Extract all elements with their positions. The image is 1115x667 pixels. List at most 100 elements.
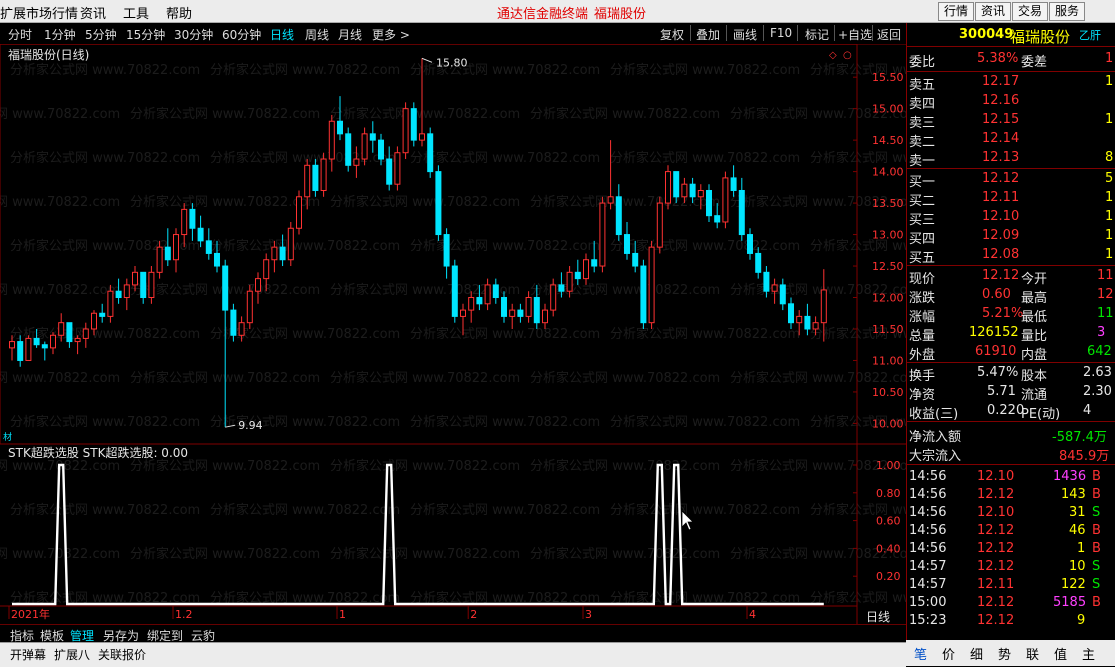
candle-body[interactable]: [82, 328, 89, 339]
tab-period-5m[interactable]: 5分钟: [85, 26, 117, 43]
extend-button[interactable]: 扩展八: [54, 646, 90, 663]
candle-body[interactable]: [566, 271, 573, 292]
add-watchlist-button[interactable]: +自选: [838, 26, 872, 43]
candle-body[interactable]: [714, 215, 721, 223]
tab-period-timeshare[interactable]: 分时: [8, 26, 32, 43]
candle-body[interactable]: [492, 284, 499, 299]
tab-period-more[interactable]: 更多 >: [372, 26, 410, 43]
candle-body[interactable]: [148, 271, 155, 299]
candle-body[interactable]: [255, 278, 261, 292]
candle-body[interactable]: [222, 265, 229, 311]
candle-body[interactable]: [197, 227, 204, 242]
candle-body[interactable]: [33, 337, 40, 346]
candle-body[interactable]: [509, 309, 516, 317]
tab-period-monthly[interactable]: 月线: [338, 26, 362, 43]
candle-body[interactable]: [50, 334, 56, 349]
candle-body[interactable]: [156, 246, 163, 273]
candle-body[interactable]: [9, 341, 15, 349]
service-button[interactable]: 服务: [1049, 2, 1085, 21]
candle-body[interactable]: [443, 234, 450, 267]
menu-help[interactable]: 帮助: [166, 3, 192, 22]
tab-period-30m[interactable]: 30分钟: [174, 26, 213, 43]
candle-body[interactable]: [722, 177, 729, 223]
candle-body[interactable]: [574, 271, 581, 280]
danmaku-button[interactable]: 开弹幕: [10, 646, 46, 663]
tab-period-60m[interactable]: 60分钟: [222, 26, 261, 43]
tab-detail[interactable]: 细: [970, 644, 983, 663]
candle-body[interactable]: [115, 290, 122, 299]
candle-body[interactable]: [378, 139, 384, 160]
candle-body[interactable]: [394, 152, 401, 185]
candle-body[interactable]: [624, 234, 630, 254]
candle-body[interactable]: [58, 322, 65, 336]
candle-body[interactable]: [468, 297, 475, 311]
candle-body[interactable]: [648, 246, 655, 324]
draw-button[interactable]: 画线: [733, 26, 757, 43]
tab-main[interactable]: 主: [1082, 644, 1095, 663]
candle-body[interactable]: [689, 183, 696, 198]
candle-body[interactable]: [419, 133, 425, 141]
candle-body[interactable]: [164, 246, 171, 261]
event-marker[interactable]: 材: [3, 431, 12, 443]
tab-period-weekly[interactable]: 周线: [305, 26, 329, 43]
candle-body[interactable]: [747, 234, 753, 254]
chart-settings-icon[interactable]: ◇: [829, 50, 837, 61]
candle-body[interactable]: [287, 227, 294, 261]
candle-body[interactable]: [181, 208, 188, 236]
candle-body[interactable]: [820, 289, 827, 324]
candle-body[interactable]: [558, 284, 565, 292]
candle-body[interactable]: [238, 322, 245, 336]
candle-body[interactable]: [738, 189, 745, 236]
candle-body[interactable]: [796, 315, 803, 324]
candle-body[interactable]: [410, 108, 417, 141]
candle-body[interactable]: [615, 196, 622, 236]
candle-body[interactable]: [99, 312, 106, 317]
candle-body[interactable]: [189, 208, 196, 229]
candle-body[interactable]: [599, 202, 606, 267]
candle-body[interactable]: [304, 164, 311, 198]
candle-body[interactable]: [369, 133, 376, 141]
candle-body[interactable]: [271, 246, 278, 261]
mark-button[interactable]: 标记: [805, 26, 829, 43]
candle-body[interactable]: [632, 252, 639, 267]
candle-body[interactable]: [533, 297, 540, 324]
candle-body[interactable]: [427, 133, 434, 173]
candle-body[interactable]: [320, 158, 327, 191]
candle-body[interactable]: [451, 265, 458, 317]
candle-body[interactable]: [525, 297, 532, 317]
candle-body[interactable]: [673, 171, 680, 198]
candle-body[interactable]: [681, 183, 688, 198]
candle-body[interactable]: [91, 312, 97, 330]
quote-button[interactable]: 行情: [938, 2, 974, 21]
candle-body[interactable]: [123, 284, 130, 299]
candle-body[interactable]: [132, 271, 138, 286]
candle-body[interactable]: [328, 120, 335, 160]
candle-body[interactable]: [17, 341, 24, 361]
candle-body[interactable]: [25, 337, 32, 361]
candle-body[interactable]: [583, 259, 589, 280]
candle-body[interactable]: [517, 309, 524, 317]
candle-body[interactable]: [173, 234, 179, 261]
candle-body[interactable]: [66, 322, 73, 343]
candle-body[interactable]: [345, 133, 352, 166]
f10-button[interactable]: F10: [770, 26, 792, 40]
candle-body[interactable]: [788, 303, 794, 324]
candle-body[interactable]: [476, 297, 483, 305]
candle-body[interactable]: [296, 196, 302, 229]
overlay-button[interactable]: 叠加: [696, 26, 720, 43]
related-quote-button[interactable]: 关联报价: [98, 646, 146, 663]
candle-body[interactable]: [353, 158, 360, 166]
candle-body[interactable]: [665, 171, 671, 204]
candle-body[interactable]: [542, 309, 548, 324]
back-button[interactable]: 返回: [877, 26, 901, 43]
candle-body[interactable]: [361, 133, 368, 160]
menu-tools[interactable]: 工具: [123, 3, 149, 22]
candle-body[interactable]: [230, 309, 237, 336]
tab-price[interactable]: 价: [942, 644, 955, 663]
kline-chart-area[interactable]: 分析家公式网 www.70822.com 分析家公式网 www.70822.com…: [0, 43, 1000, 629]
candle-body[interactable]: [214, 252, 220, 267]
tab-period-1m[interactable]: 1分钟: [44, 26, 76, 43]
tab-tick[interactable]: 笔: [914, 644, 927, 663]
candle-body[interactable]: [812, 322, 819, 330]
candle-body[interactable]: [402, 108, 409, 154]
